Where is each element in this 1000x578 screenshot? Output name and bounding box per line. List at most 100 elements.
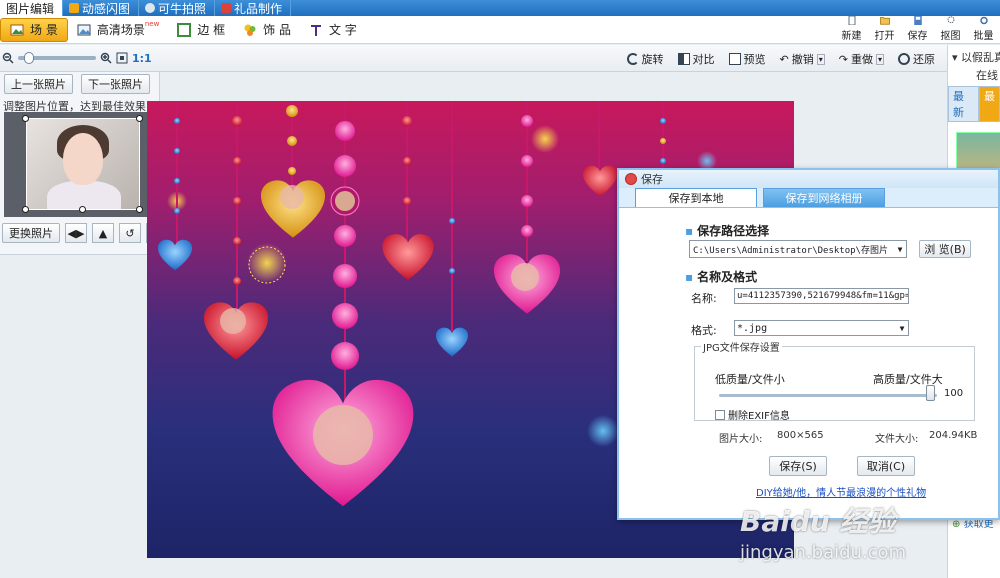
browse-button[interactable]: 浏 览(B) <box>919 240 971 258</box>
scene-library-title[interactable]: ▾ 以假乱真 <box>948 45 1000 65</box>
crop-handle[interactable] <box>136 115 143 122</box>
redo-button[interactable]: ↷ 重做 ▾ <box>833 48 890 70</box>
zoom-slider[interactable] <box>18 52 96 64</box>
get-more-label: 获取更 <box>963 519 994 530</box>
crop-handle[interactable] <box>136 206 143 213</box>
baidu-jingyan-watermark: Baidu 经验 jingyan.baidu.com <box>740 500 906 563</box>
remove-exif-checkbox[interactable]: 删除EXIF信息 <box>715 407 790 422</box>
batch-button[interactable]: 批量 <box>967 16 1000 44</box>
zoom-slider-knob[interactable] <box>24 52 34 64</box>
crop-handle[interactable] <box>22 115 29 122</box>
flip-vertical-button[interactable]: ▲ <box>92 223 114 243</box>
zoom-out-icon[interactable] <box>2 52 14 64</box>
remove-exif-label: 删除EXIF信息 <box>728 411 790 422</box>
name-label: 名称: <box>691 292 717 305</box>
open-folder-icon <box>879 17 890 25</box>
prev-photo-button[interactable]: 上一张照片 <box>4 74 73 94</box>
redo-dropdown-icon[interactable]: ▾ <box>875 53 884 65</box>
photo-thumbnail[interactable] <box>26 118 140 210</box>
save-icon <box>913 16 922 25</box>
restore-button[interactable]: 还原 <box>892 48 941 70</box>
zoom-ratio[interactable]: 1:1 <box>132 52 152 65</box>
tool-hd-scene[interactable]: 高清场景 new <box>68 18 168 42</box>
path-section-heading: 保存路径选择 <box>685 222 769 239</box>
top-tab-bar: 图片编辑 动感闪图 可牛拍照 礼品制作 <box>0 0 1000 16</box>
border-icon <box>177 22 192 37</box>
file-buttons: 新建 打开 保存 抠图 批量 <box>835 16 1000 44</box>
tab-camera-label: 可牛拍照 <box>158 1 207 16</box>
gift-icon <box>221 3 232 13</box>
cutout-button-label: 抠图 <box>940 31 961 42</box>
save-dialog-tabs: 保存到本地 保存到网络相册 <box>619 188 998 208</box>
tab-newest[interactable]: 最新 <box>948 86 979 122</box>
quality-slider-knob[interactable] <box>925 385 935 401</box>
new-button[interactable]: 新建 <box>835 16 868 44</box>
chevron-down-icon: ▼ <box>897 244 903 254</box>
rotate-button-label: 旋转 <box>641 53 664 66</box>
preview-button[interactable]: 预览 <box>723 48 772 70</box>
restore-icon <box>898 53 910 65</box>
name-format-heading: 名称及格式 <box>685 268 757 285</box>
tool-accessory-label: 饰 品 <box>263 23 291 37</box>
tool-text[interactable]: 文 字 <box>300 18 366 42</box>
flip-vertical-icon: ▲ <box>98 226 108 240</box>
fit-screen-icon[interactable] <box>116 52 128 64</box>
zoom-control: 1:1 <box>0 52 152 65</box>
undo-dropdown-icon[interactable]: ▾ <box>816 53 825 65</box>
diy-gift-link[interactable]: DIY给她/他，情人节最浪漫的个性礼物 <box>756 484 926 499</box>
crop-handle[interactable] <box>22 206 29 213</box>
tab-save-online-album[interactable]: 保存到网络相册 <box>763 188 885 207</box>
jpg-settings-legend: JPG文件保存设置 <box>701 339 782 354</box>
rotate-left-button[interactable]: ↺ <box>119 223 141 243</box>
save-toolbar-button-label: 保存 <box>907 31 928 42</box>
scene-library-title-text: 以假乱真 <box>961 51 1000 64</box>
photo-adjust-panel: 上一张照片 下一张照片 调整图片位置，达到最佳效果 更换照片 ◀▶ ▲ ↺ ↻ <box>0 72 168 255</box>
save-toolbar-button[interactable]: 保存 <box>901 16 934 44</box>
batch-button-label: 批量 <box>973 31 994 42</box>
flip-horizontal-button[interactable]: ◀▶ <box>65 223 87 243</box>
tool-scene-label: 场 景 <box>30 23 58 37</box>
add-icon: ⊕ <box>952 519 961 530</box>
tab-image-edit[interactable]: 图片编辑 <box>0 0 64 16</box>
replace-photo-button[interactable]: 更换照片 <box>2 223 60 243</box>
zoom-in-icon[interactable] <box>100 52 112 64</box>
cancel-button[interactable]: 取消(C) <box>857 456 915 476</box>
tool-scene[interactable]: 场 景 <box>0 17 68 42</box>
tab-camera[interactable]: 可牛拍照 <box>139 0 216 16</box>
chevron-down-icon: ▼ <box>899 323 905 333</box>
quality-low-label: 低质量/文件小 <box>715 373 785 386</box>
tab-gift[interactable]: 礼品制作 <box>215 0 292 16</box>
tab-hot[interactable]: 最 <box>979 86 1000 122</box>
new-button-label: 新建 <box>841 31 862 42</box>
open-button[interactable]: 打开 <box>868 16 901 44</box>
compare-button[interactable]: 对比 <box>672 48 721 70</box>
camera-icon <box>145 3 156 13</box>
batch-icon <box>979 16 988 25</box>
quality-slider[interactable] <box>719 394 937 397</box>
format-select[interactable]: *.jpg ▼ <box>734 320 909 336</box>
redo-icon: ↷ <box>838 52 848 66</box>
dialog-title: 保存 <box>641 173 663 186</box>
crop-handle[interactable] <box>79 206 86 213</box>
watermark-logo-text: Baidu 经验 <box>740 505 896 538</box>
filename-input[interactable]: u=4112357390,521679948&fm=11&gp=0_c <box>734 288 909 304</box>
checkbox-box[interactable] <box>715 409 725 420</box>
tab-gift-label: 礼品制作 <box>234 1 283 16</box>
file-size-value: 204.94KB <box>929 430 978 441</box>
undo-button[interactable]: ↶ 撤销 ▾ <box>774 48 831 70</box>
new-file-icon <box>848 16 855 25</box>
tab-animated-gif[interactable]: 动感闪图 <box>63 0 140 16</box>
format-value: *.jpg <box>737 322 768 334</box>
rotate-button[interactable]: 旋转 <box>621 48 670 70</box>
cutout-button[interactable]: 抠图 <box>934 16 967 44</box>
tool-accessory[interactable]: 饰 品 <box>234 18 300 42</box>
file-size-label: 文件大小: <box>875 434 919 445</box>
save-path-select[interactable]: C:\Users\Administrator\Desktop\存图片 ▼ <box>689 240 907 258</box>
next-photo-button[interactable]: 下一张照片 <box>81 74 150 94</box>
tool-border[interactable]: 边 框 <box>168 18 234 42</box>
main-toolbar: 场 景 高清场景 new 边 框 饰 品 文 字 新建 打开 保存 抠图 批量 <box>0 16 1000 44</box>
open-button-label: 打开 <box>874 31 895 42</box>
dialog-titlebar[interactable]: 保存 <box>619 170 998 188</box>
tab-save-local[interactable]: 保存到本地 <box>635 188 757 207</box>
save-button[interactable]: 保存(S) <box>769 456 827 476</box>
